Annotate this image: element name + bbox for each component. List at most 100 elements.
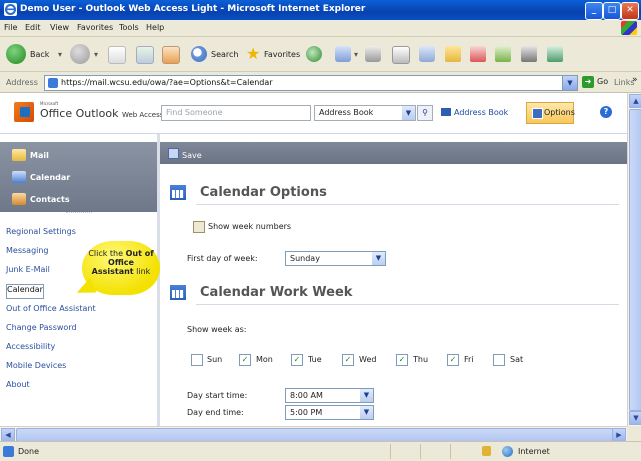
menu-help[interactable]: Help (146, 23, 164, 32)
scroll-up-icon[interactable]: ▲ (629, 94, 641, 108)
chevron-down-icon[interactable]: ▼ (360, 406, 373, 419)
discuss-icon[interactable] (419, 46, 435, 62)
horizontal-scrollbar[interactable]: ◀ ▶ (0, 426, 627, 442)
calendar-section-icon (170, 185, 186, 200)
maximize-button[interactable]: □ (603, 2, 621, 20)
day-checkbox-tue[interactable]: ✓ (291, 354, 303, 366)
save-disk-icon (168, 148, 179, 159)
nav-link-change-password[interactable]: Change Password (6, 323, 77, 332)
go-button[interactable]: ➜ Go (582, 75, 610, 89)
menu-tools[interactable]: Tools (119, 23, 139, 32)
close-button[interactable]: ✕ (621, 2, 639, 20)
brand-title: Office Outlook Web Access (40, 107, 164, 120)
first-day-select[interactable]: Sunday ▼ (285, 251, 386, 266)
work-week-section: Calendar Work Week (160, 281, 627, 305)
nav-link-calendar[interactable]: Calendar (6, 284, 44, 299)
back-arrow-icon[interactable] (6, 44, 26, 64)
address-book-select[interactable]: Address Book ▼ (314, 105, 416, 121)
vertical-scroll-thumb[interactable] (629, 109, 641, 411)
folder-icon[interactable] (445, 46, 461, 62)
nav-link-about[interactable]: About (6, 380, 30, 389)
url-input[interactable]: https://mail.wcsu.edu/owa/?ae=Options&t=… (44, 75, 564, 91)
day-end-value: 5:00 PM (290, 408, 323, 417)
tutorial-callout: Click the Out of Office Assistant link (82, 241, 160, 295)
menu-edit[interactable]: Edit (25, 23, 41, 32)
chevron-right-icon[interactable]: » (632, 75, 638, 85)
nav-link-regional-settings[interactable]: Regional Settings (6, 227, 76, 236)
help-icon[interactable]: ? (600, 106, 612, 118)
day-checkbox-sun[interactable] (191, 354, 203, 366)
vertical-scrollbar[interactable]: ▲ ▼ (627, 93, 641, 426)
nav-link-accessibility[interactable]: Accessibility (6, 342, 55, 351)
mail-icon[interactable] (335, 46, 351, 62)
minimize-button[interactable]: _ (585, 2, 603, 20)
address-dropdown-icon[interactable]: ▼ (562, 75, 578, 91)
options-button[interactable]: Options (526, 102, 575, 124)
nav-link-mobile-devices[interactable]: Mobile Devices (6, 361, 66, 370)
nav-link-junk-email[interactable]: Junk E-Mail (6, 265, 50, 274)
nav-resize-grip[interactable] (66, 212, 92, 215)
forward-dropdown-icon[interactable]: ▾ (94, 50, 98, 59)
menu-view[interactable]: View (50, 23, 69, 32)
go-arrow-icon[interactable]: ➜ (582, 76, 594, 88)
scroll-corner (627, 426, 641, 440)
favorites-star-icon[interactable]: ★ (246, 46, 262, 62)
day-checkbox-thu[interactable]: ✓ (396, 354, 408, 366)
day-checkbox-fri[interactable]: ✓ (447, 354, 459, 366)
favorites-label[interactable]: Favorites (264, 50, 300, 59)
calendar-section-icon (170, 285, 186, 300)
edit-page-icon[interactable] (392, 46, 410, 64)
mail-dropdown-icon[interactable]: ▾ (354, 50, 358, 59)
history-icon[interactable] (306, 46, 322, 62)
back-label[interactable]: Back (30, 50, 49, 59)
save-button[interactable]: Save (168, 148, 202, 160)
search-label[interactable]: Search (211, 50, 238, 59)
scroll-left-icon[interactable]: ◀ (1, 428, 15, 442)
owa-header: Microsoft Office Outlook Web Access Find… (0, 93, 627, 134)
stop-icon[interactable] (108, 46, 126, 64)
scroll-right-icon[interactable]: ▶ (612, 428, 626, 442)
chevron-down-icon[interactable]: ▼ (402, 106, 415, 120)
forward-arrow-icon[interactable] (70, 44, 90, 64)
find-search-icon[interactable]: ⚲ (417, 105, 433, 121)
nav-mail[interactable]: Mail (0, 144, 157, 166)
research-icon[interactable] (495, 46, 511, 62)
search-icon[interactable] (191, 46, 207, 62)
day-label-thu: Thu (413, 355, 429, 364)
users-icon[interactable] (547, 46, 563, 62)
window-title: Demo User - Outlook Web Access Light - M… (20, 4, 366, 14)
callout-text: Click the Out of Office Assistant link (88, 249, 154, 276)
day-checkbox-sat[interactable] (493, 354, 505, 366)
refresh-icon[interactable] (136, 46, 154, 64)
day-checkbox-mon[interactable]: ✓ (239, 354, 251, 366)
scroll-down-icon[interactable]: ▼ (629, 411, 641, 425)
nav-link-messaging[interactable]: Messaging (6, 246, 49, 255)
tools-icon[interactable] (521, 46, 537, 62)
options-content: Save Calendar Options Show week numbers … (160, 134, 627, 426)
options-label[interactable]: Options (544, 108, 575, 117)
nav-link-out-of-office[interactable]: Out of Office Assistant (6, 304, 96, 313)
nav-calendar[interactable]: Calendar (0, 166, 157, 188)
home-icon[interactable] (162, 46, 180, 64)
menu-file[interactable]: File (4, 23, 17, 32)
nav-contacts[interactable]: Contacts (0, 188, 157, 210)
address-book-link[interactable]: Address Book (441, 108, 508, 117)
go-label[interactable]: Go (597, 77, 608, 86)
section-rule (196, 204, 619, 205)
back-dropdown-icon[interactable]: ▾ (58, 50, 62, 59)
day-end-label: Day end time: (187, 408, 244, 417)
find-someone-input[interactable]: Find Someone (161, 105, 311, 121)
day-start-select[interactable]: 8:00 AM ▼ (285, 388, 374, 403)
url-text[interactable]: https://mail.wcsu.edu/owa/?ae=Options&t=… (61, 78, 273, 87)
horizontal-scroll-thumb[interactable] (16, 428, 613, 442)
show-week-numbers-checkbox[interactable] (193, 221, 205, 233)
address-book-icon (441, 108, 451, 116)
chevron-down-icon[interactable]: ▼ (372, 252, 385, 265)
print-icon[interactable] (365, 46, 381, 62)
chevron-down-icon[interactable]: ▼ (360, 389, 373, 402)
day-end-select[interactable]: 5:00 PM ▼ (285, 405, 374, 420)
menu-favorites[interactable]: Favorites (77, 23, 113, 32)
find-someone-placeholder: Find Someone (166, 108, 223, 117)
day-checkbox-wed[interactable]: ✓ (342, 354, 354, 366)
messenger-icon[interactable] (470, 46, 486, 62)
